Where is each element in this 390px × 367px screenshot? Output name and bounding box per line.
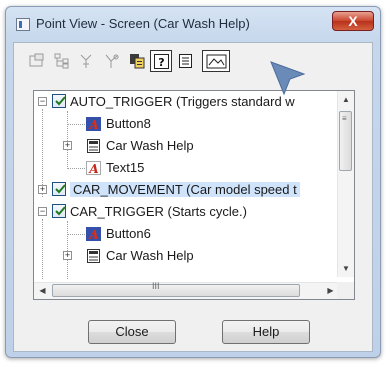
scroll-left-arrow-icon[interactable]: ◀ [34,283,51,299]
tree-row-label: Button8 [106,116,151,131]
tree-row-car-movement[interactable]: + CAR_MOVEMENT (Car model speed t [34,179,354,201]
svg-text:A: A [88,228,98,241]
tree-row-label: Car Wash Help [106,248,194,263]
svg-text:A: A [88,162,98,175]
scroll-down-arrow-icon[interactable]: ▼ [338,260,354,277]
checkbox-checked[interactable] [52,204,66,218]
horizontal-scrollbar[interactable]: ◀ III ▶ [34,281,339,299]
horizontal-scroll-thumb[interactable] [52,284,300,297]
screen-view-button[interactable] [202,50,230,72]
title-bar[interactable]: Point View - Screen (Car Wash Help) X [6,7,380,41]
collapse-toggle[interactable]: − [38,97,47,106]
properties-icon [29,53,44,67]
help-icon: ? [154,54,169,69]
close-button[interactable]: Close [88,320,176,344]
collapse-toggle[interactable]: − [38,207,47,216]
tree-row-label: AUTO_TRIGGER (Triggers standard w [70,94,295,109]
window-title: Point View - Screen (Car Wash Help) [36,16,250,31]
copy-button[interactable] [126,50,148,72]
help-button[interactable]: ? [150,50,172,72]
tree-collapse-button[interactable] [101,50,123,72]
tree-row-button6[interactable]: A Button6 [34,223,354,245]
screen-document-icon [87,139,100,153]
scroll-up-arrow-icon[interactable]: ▲ [338,91,354,108]
expand-toggle[interactable]: + [38,185,47,194]
help-dialog-button[interactable]: Help [222,320,310,344]
checkbox-checked[interactable] [52,182,66,196]
tree-row-label: CAR_MOVEMENT (Car model speed t [70,182,300,197]
button-object-icon: A [86,117,101,131]
tree-expand-button[interactable] [76,50,98,72]
tree-structure-button[interactable] [51,50,73,72]
tree-row-label: Car Wash Help [106,138,194,153]
list-view-icon [179,54,192,68]
svg-text:A: A [88,118,98,131]
svg-text:?: ? [158,56,164,69]
scrollbar-corner [337,282,354,299]
window-close-button[interactable]: X [332,11,374,31]
button-object-icon: A [86,227,101,241]
tree-structure-icon [54,53,69,69]
vertical-scrollbar[interactable]: ▲ ≡ ▼ [337,91,354,277]
app-icon [16,18,30,31]
screen-view-icon [206,54,227,69]
tree-collapse-icon [105,54,119,68]
mouse-pointer-icon [270,61,306,96]
tree-row-button8[interactable]: A Button8 [34,113,354,135]
tree-row-car-wash-help[interactable]: + Car Wash Help [34,245,354,267]
dialog-body: ? − AUTO_TRIGGER (Triggers standard w A … [13,42,373,352]
tree-row-label: Button6 [106,226,151,241]
tree-row-text15[interactable]: A Text15 [34,157,354,179]
tree-row-label: CAR_TRIGGER (Starts cycle.) [70,204,247,219]
list-view-button[interactable] [175,50,197,72]
properties-button[interactable] [26,50,48,72]
scroll-grip-icon: ≡ [342,114,347,123]
copy-icon [130,54,145,69]
checkbox-checked[interactable] [52,94,66,108]
text-object-icon: A [86,161,101,175]
point-view-window: Point View - Screen (Car Wash Help) X ? [5,6,381,358]
tree-row-label: Text15 [106,160,145,175]
point-tree-view[interactable]: − AUTO_TRIGGER (Triggers standard w A Bu… [33,90,355,300]
screen-document-icon [87,249,100,263]
tree-row-car-trigger[interactable]: − CAR_TRIGGER (Starts cycle.) [34,201,354,223]
expand-toggle[interactable]: + [63,251,72,260]
tree-expand-icon [80,54,92,68]
expand-toggle[interactable]: + [63,141,72,150]
scroll-grip-icon: III [152,281,160,291]
tree-row-car-wash-help[interactable]: + Car Wash Help [34,135,354,157]
